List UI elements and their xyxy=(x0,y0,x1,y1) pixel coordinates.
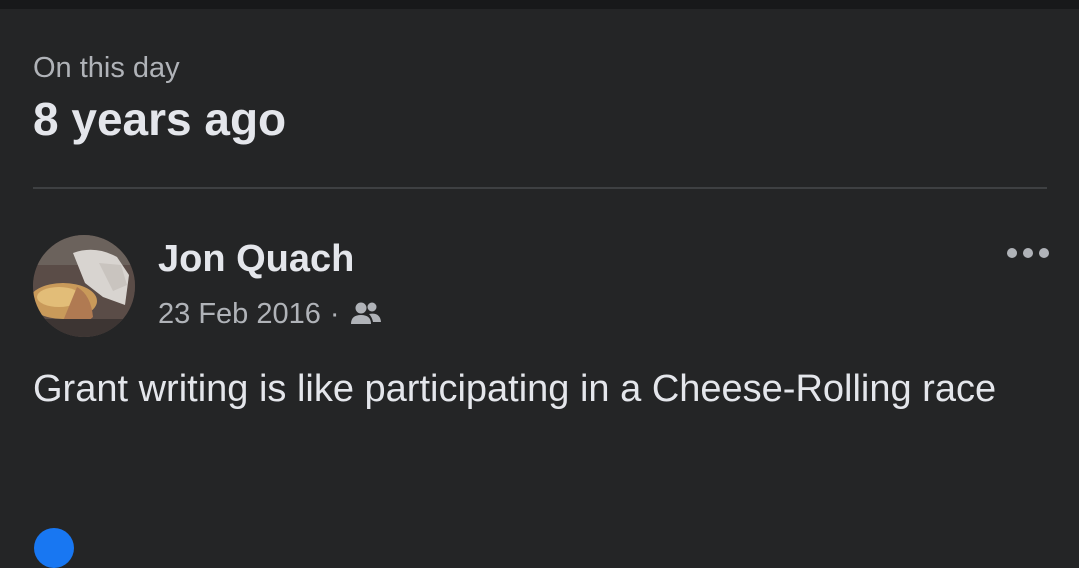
author-name[interactable]: Jon Quach xyxy=(158,236,354,282)
friends-icon[interactable] xyxy=(349,300,383,328)
more-options-icon xyxy=(1007,248,1049,258)
post-date[interactable]: 23 Feb 2016 xyxy=(158,298,321,331)
memory-title: 8 years ago xyxy=(33,93,287,145)
memory-header: On this day 8 years ago xyxy=(33,48,286,145)
more-options-button[interactable] xyxy=(1000,238,1056,268)
reaction-icon xyxy=(34,528,74,568)
top-bar-edge xyxy=(0,0,1079,9)
avatar[interactable] xyxy=(33,235,135,337)
post-meta: 23 Feb 2016 · xyxy=(158,294,383,334)
post-text: Grant writing is like participating in a… xyxy=(33,368,997,410)
divider xyxy=(33,187,1047,189)
meta-separator: · xyxy=(329,297,340,330)
memory-eyebrow: On this day xyxy=(33,52,180,84)
